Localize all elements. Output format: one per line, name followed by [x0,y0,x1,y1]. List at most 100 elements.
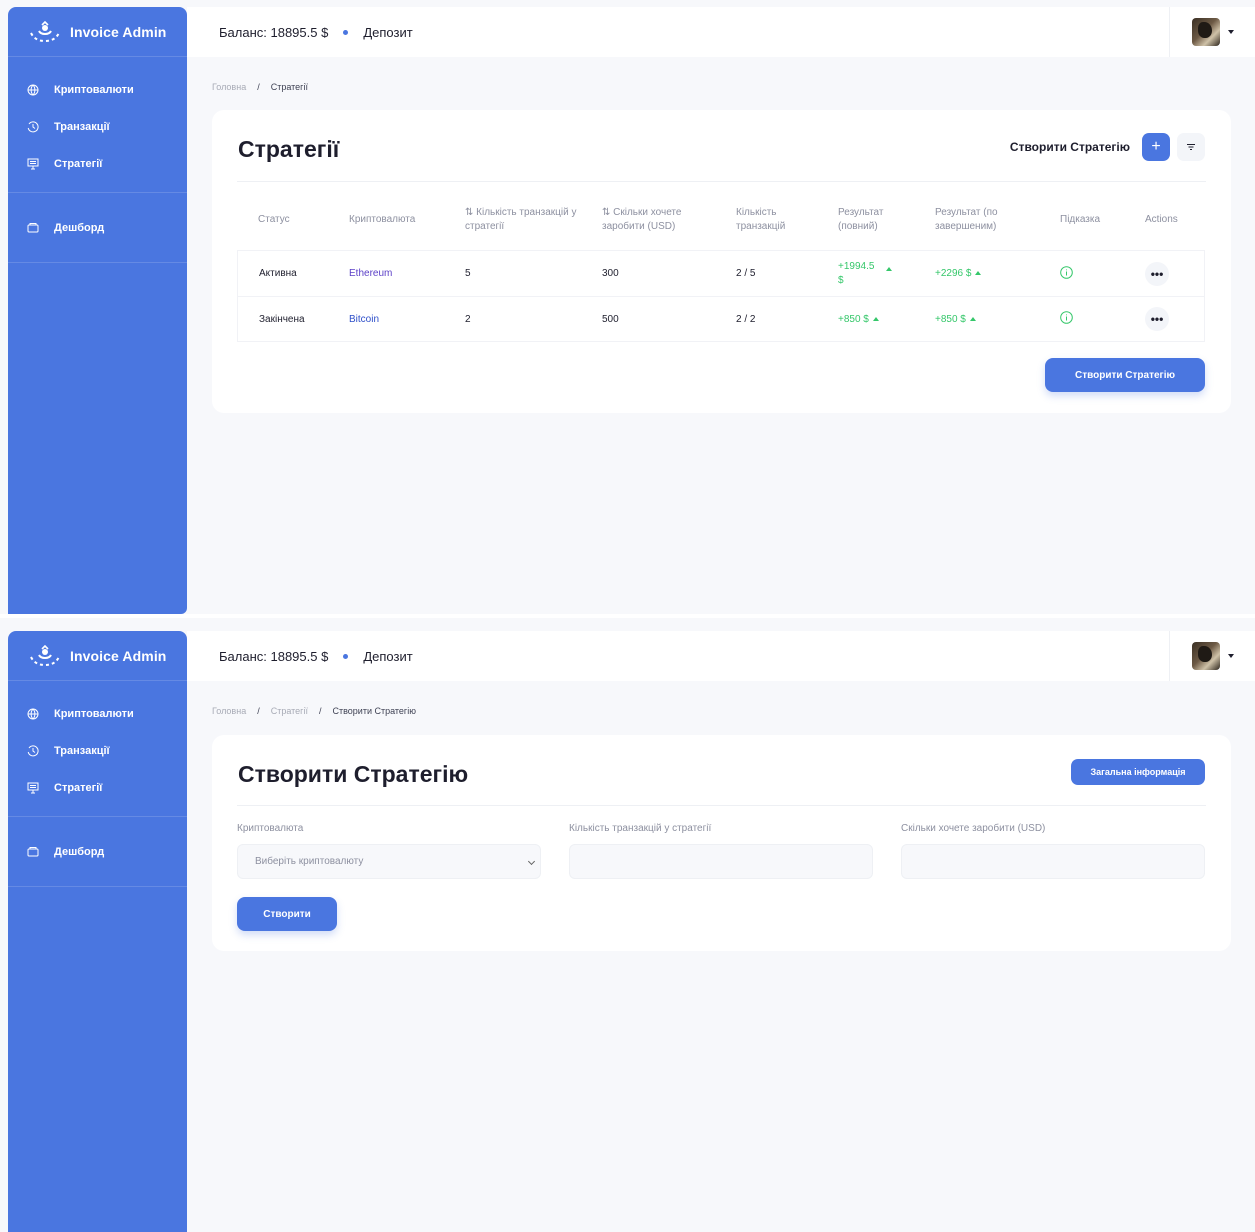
avatar [1191,18,1220,46]
brand[interactable]: Invoice Admin [8,7,187,57]
sidebar-item-transactions[interactable]: Транзакції [8,732,187,769]
sidebar-item-strategies[interactable]: Стратегії [8,145,187,182]
breadcrumb-home[interactable]: Головна [212,82,246,92]
brand[interactable]: Invoice Admin [8,631,187,681]
monitor-icon [26,157,40,171]
sidebar-item-cryptocurrencies[interactable]: Криптовалюти [8,71,187,108]
row-actions-button[interactable]: ••• [1145,307,1169,331]
arrow-up-icon [969,316,976,321]
crypto-select-value: Виберіть криптовалюту [255,856,364,867]
sidebar: Invoice Admin Криптовалюти Транзакції Ст… [8,7,187,614]
sidebar-item-label: Дешборд [54,221,105,234]
monitor-icon [26,781,40,795]
create-strategy-button[interactable]: Створити Стратегію [1045,358,1205,392]
tx-progress-cell: 2 / 2 [715,296,817,342]
deposit-link[interactable]: Депозит [363,25,412,40]
row-actions-button[interactable]: ••• [1145,261,1169,286]
column-header: Підказка [1060,214,1101,225]
table-row: Закінчена Bitcoin 2 500 2 / 2 +850 $ +85… [237,296,1205,342]
sidebar-item-dashboard[interactable]: Дешборд [8,833,187,870]
sidebar-item-label: Транзакції [54,744,110,757]
crypto-link[interactable]: Bitcoin [349,314,379,325]
divider [237,805,1206,806]
arrow-up-icon [886,266,892,271]
breadcrumb-current: Стратегії [270,82,308,92]
column-header: Кількість транзакцій [736,207,786,232]
tx-progress-cell: 2 / 5 [715,250,817,296]
column-header: Результат (повний) [838,207,884,232]
result-done-value: +850 $ [935,313,966,325]
create-strategy-card: Створити Стратегію Загальна інформація К… [212,735,1231,951]
tx-count-input[interactable] [569,844,873,879]
sidebar-item-label: Дешборд [54,845,105,858]
sidebar: Invoice Admin Криптовалюти Транзакції Ст… [8,631,187,1232]
sidebar-item-label: Криптовалюти [54,83,134,96]
column-header-sortable[interactable]: ⇅ Скільки хочете заробити (USD) [581,190,715,250]
column-header: Криптовалюта [349,214,416,225]
status-cell: Закінчена [237,296,328,342]
crypto-label: Криптовалюта [237,823,304,834]
column-header: Статус [258,214,290,225]
earn-cell: 500 [581,296,715,342]
info-icon[interactable] [1060,311,1073,324]
breadcrumb-strategies[interactable]: Стратегії [271,706,308,716]
caret-down-icon [1227,30,1234,34]
earn-input[interactable] [901,844,1205,879]
breadcrumb-separator: / [318,706,322,716]
folder-icon [26,221,40,235]
user-menu[interactable] [1169,631,1255,681]
sidebar-item-transactions[interactable]: Транзакції [8,108,187,145]
column-header: Actions [1145,214,1178,225]
sidebar-item-cryptocurrencies[interactable]: Криптовалюти [8,695,187,732]
deposit-link[interactable]: Депозит [363,649,412,664]
sidebar-item-strategies[interactable]: Стратегії [8,769,187,806]
general-info-button[interactable]: Загальна інформація [1071,759,1205,785]
result-done-value: +2296 $ [935,268,972,279]
crypto-link[interactable]: Ethereum [349,268,392,279]
sidebar-item-label: Криптовалюти [54,707,134,720]
breadcrumb-separator: / [257,82,260,92]
strategies-card: Стратегії Створити Стратегію + Статус Кр… [212,110,1231,413]
separator-dot [343,29,349,35]
user-menu[interactable] [1169,7,1255,57]
clock-icon [26,744,40,758]
sidebar-item-label: Транзакції [54,120,110,133]
submit-button[interactable]: Створити [237,897,337,931]
breadcrumb: Головна / Стратегії / Створити Стратегію [212,706,416,716]
earn-label: Скільки хочете заробити (USD) [901,823,1046,834]
sidebar-item-label: Стратегії [54,157,103,170]
breadcrumb-separator: / [257,706,260,716]
create-strategy-screen: Invoice Admin Криптовалюти Транзакції Ст… [0,618,1255,1232]
column-header-sortable[interactable]: ⇅ Кількість транзакцій у стратегії [444,190,581,250]
brand-name: Invoice Admin [70,23,167,40]
tx-count-label: Кількість транзакцій у стратегії [569,823,712,834]
page-title: Створити Стратегію [238,761,469,787]
logo-icon [30,644,60,666]
filter-icon [1187,144,1195,150]
balance: Баланс: 18895.5 $ [219,24,329,40]
tx-count-cell: 2 [444,296,581,342]
separator-dot [343,653,349,659]
topbar: Баланс: 18895.5 $ Депозит [187,7,1255,57]
breadcrumb-current: Створити Стратегію [332,706,416,716]
globe-icon [26,707,40,721]
brand-name: Invoice Admin [70,647,167,664]
add-strategy-button[interactable]: + [1142,133,1170,161]
info-icon[interactable] [1060,265,1073,279]
arrow-up-icon [872,316,879,321]
breadcrumb-home[interactable]: Головна [212,706,246,716]
logo-icon [30,20,60,42]
breadcrumb: Головна / Стратегії [212,82,308,92]
strategies-table: Статус Криптовалюта ⇅ Кількість транзакц… [237,190,1205,342]
earn-cell: 300 [581,250,715,296]
arrow-up-icon [975,271,982,275]
divider [237,181,1206,182]
caret-down-icon [1227,654,1234,658]
table-header-row: Статус Криптовалюта ⇅ Кількість транзакц… [237,190,1205,250]
create-strategy-label[interactable]: Створити Стратегію [1010,140,1130,154]
filter-button[interactable] [1177,133,1205,161]
chevron-down-icon [527,857,536,866]
sidebar-item-dashboard[interactable]: Дешборд [8,209,187,246]
status-cell: Активна [237,250,328,296]
crypto-select[interactable]: Виберіть криптовалюту [237,844,541,879]
